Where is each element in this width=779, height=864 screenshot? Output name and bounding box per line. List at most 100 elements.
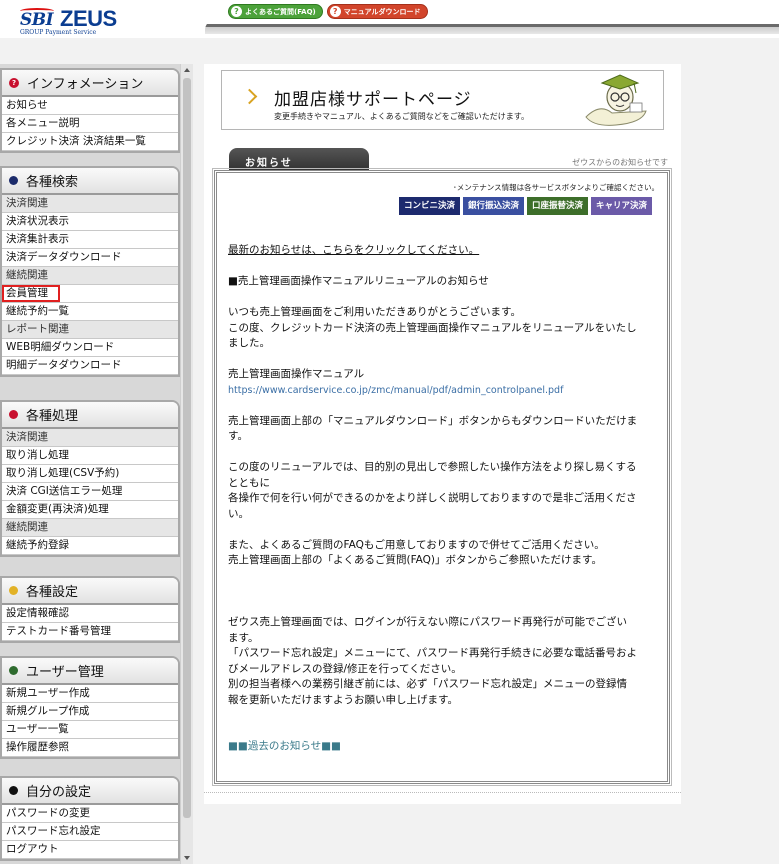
sidebar-item[interactable]: 決済集計表示 [2,231,178,249]
sidebar-item[interactable]: 明細データダウンロード [2,357,178,375]
sidebar-item[interactable]: 金額変更(再決済)処理 [2,501,178,519]
logo-sbi: SBI [20,10,54,30]
sidebar-panel-information: ? インフォメーション お知らせ 各メニュー説明 クレジット決済 決済結果一覧 [0,68,180,153]
sidebar-item[interactable]: 取り消し処理 [2,447,178,465]
notice-text: 「パスワード忘れ設定」メニューにて、パスワード再発行手続きに必要な電話番号およ [228,647,637,659]
sidebar-panel-title[interactable]: 各種検索 [2,168,178,195]
manual-download-label: マニュアルダウンロード [343,7,421,16]
support-page-banner[interactable]: 加盟店様サポートページ 変更手続きやマニュアル、よくあるご質問などをご確認いただ… [221,70,664,130]
sidebar-item[interactable]: パスワードの変更 [2,805,178,823]
news-body: 最新のお知らせは、こちらをクリックしてください。 ■売上管理画面操作マニュアルリ… [228,243,658,755]
faq-button[interactable]: ? よくあるご質問(FAQ) [228,4,323,19]
red-dot-icon [9,410,18,419]
sidebar-scrollbar[interactable] [180,64,193,864]
sidebar-item[interactable]: 会員管理 [2,285,178,303]
banner-subtitle: 変更手続きやマニュアル、よくあるご質問などをご確認いただけます。 [274,112,529,121]
notice-text: す。 [228,430,248,442]
sidebar-panel-label: 自分の設定 [26,785,92,800]
tab-news[interactable]: お知らせ [229,148,369,170]
maintenance-note: ･メンテナンス情報は各サービスボタンよりご確認ください。 [453,183,659,192]
black-dot-icon [9,786,18,795]
top-buttons: ? よくあるご質問(FAQ) ? マニュアルダウンロード [228,4,428,19]
sidebar-panel-processing: 各種処理 決済関連 取り消し処理 取り消し処理(CSV予約) 決済 CGI送信エラー処理… [0,400,180,557]
sidebar-item[interactable]: 取り消し処理(CSV予約) [2,465,178,483]
sidebar-panel-title[interactable]: 各種処理 [2,402,178,429]
sidebar-item[interactable]: 決済データダウンロード [2,249,178,267]
sidebar-panel-label: 各種処理 [26,409,79,424]
footer-divider [204,792,681,793]
convenience-payment-button[interactable]: コンビニ決済 [398,197,460,215]
notice-text: この度のリニューアルでは、目的別の見出しで参照したい操作方法をより探し易くする [228,461,637,473]
faq-button-label: よくあるご質問(FAQ) [245,7,316,16]
sidebar-item[interactable]: 継続予約登録 [2,537,178,555]
sidebar-item[interactable]: 操作履歴参照 [2,739,178,757]
notice-text: とともに [228,476,270,489]
sidebar-item-highlight[interactable]: 会員管理 [2,285,60,302]
navy-dot-icon [9,176,18,185]
scroll-down-icon[interactable] [184,856,190,860]
scroll-up-icon[interactable] [184,68,190,72]
sidebar-item[interactable]: 新規グループ作成 [2,703,178,721]
sidebar-item[interactable]: テストカード番号管理 [2,623,178,641]
sidebar-panel-title[interactable]: ? インフォメーション [2,70,178,97]
account-transfer-button[interactable]: 口座振替決済 [526,197,588,215]
sidebar-panel-settings: 各種設定設定情報確認 テストカード番号管理 [0,576,180,643]
notice-text: ゼウス売上管理画面では、ログインが行えない際にパスワード再発行が可能でござい [228,616,627,628]
sidebar-item[interactable]: お知らせ [2,97,178,115]
sidebar-item[interactable]: 新規ユーザー作成 [2,685,178,703]
sidebar-panel-search: 各種検索 決済関連 決済状況表示 決済集計表示 決済データダウンロード 継続関連 会員管理継… [0,166,180,377]
latest-news-link[interactable]: 最新のお知らせは、こちらをクリックしてください。 [228,243,658,259]
notice-text: びメールアドレスの登録/修正を行ってください。 [228,662,462,675]
manual-download-button[interactable]: ? マニュアルダウンロード [326,4,428,19]
sidebar-item[interactable]: 決済状況表示 [2,213,178,231]
bank-transfer-button[interactable]: 銀行振込決済 [462,197,524,215]
sidebar: ? インフォメーション お知らせ 各メニュー説明 クレジット決済 決済結果一覧各種検索決… [0,64,193,864]
sidebar-category: 継続関連 [2,519,178,537]
info-icon: ? [9,77,19,88]
tab-note: ゼウスからのお知らせです [572,158,668,167]
green-dot-icon [9,666,18,675]
sidebar-panel-title[interactable]: 自分の設定 [2,778,178,805]
scroll-thumb[interactable] [183,78,191,818]
notice-text: 売上管理画面上部の「よくあるご質問(FAQ)」ボタンからご参照いただけます。 [228,554,602,566]
service-buttons: コンビニ決済 銀行振込決済 口座振替決済 キャリア決済 [398,197,652,215]
notice-text: い。 [228,507,249,520]
notice-text: 報を更新いただけますようお願い申し上げます。 [228,693,458,706]
past-news-link[interactable]: ■■過去のお知らせ■■ [228,739,658,755]
sidebar-panel-title[interactable]: 各種設定 [2,578,178,605]
yellow-dot-icon [9,586,18,595]
notice-text: 各操作で何を行い何ができるのかをより詳しく説明しておりますので是非ご活用くださ [228,492,637,504]
manual-label: 売上管理画面操作マニュアル [228,368,365,380]
notice-text: この度、クレジットカード決済の売上管理画面操作マニュアルをリニューアルをいたし [228,321,637,334]
sidebar-panel-user-management: ユーザー管理新規ユーザー作成 新規グループ作成 ユーザー一覧 操作履歴参照 [0,656,180,759]
sidebar-item[interactable]: ユーザー一覧 [2,721,178,739]
header: SBI ZEUS GROUP Payment Service ? よくあるご質問… [0,0,779,38]
notice-text: ます。 [228,631,259,644]
sidebar-item[interactable]: パスワード忘れ設定 [2,823,178,841]
header-rule [205,20,779,34]
sidebar-item[interactable]: 継続予約一覧 [2,303,178,321]
notice-text: いつも売上管理画面をご利用いただきありがとうございます。 [228,306,521,318]
chevron-right-icon [241,88,258,105]
sidebar-item[interactable]: WEB明細ダウンロード [2,339,178,357]
notice-text: 売上管理画面上部の「マニュアルダウンロード」ボタンからもダウンロードいただけま [228,414,638,427]
sidebar-item[interactable]: ログアウト [2,841,178,859]
news-box: ･メンテナンス情報は各サービスボタンよりご確認ください。 コンビニ決済 銀行振込… [212,168,672,786]
sidebar-panel-label: ユーザー管理 [26,665,104,680]
carrier-payment-button[interactable]: キャリア決済 [590,197,652,215]
sidebar-item[interactable]: クレジット決済 決済結果一覧 [2,133,178,151]
sidebar-item[interactable]: 各メニュー説明 [2,115,178,133]
professor-mascot-icon [585,74,647,126]
sidebar-category: 決済関連 [2,195,178,213]
sidebar-item[interactable]: 設定情報確認 [2,605,178,623]
notice-text: また、よくあるご質問のFAQもご用意しておりますので併せてご活用ください。 [228,538,605,551]
logo-subtitle: GROUP Payment Service [20,29,97,36]
sidebar-panel-title[interactable]: ユーザー管理 [2,658,178,685]
sidebar-item[interactable]: 決済 CGI送信エラー処理 [2,483,178,501]
question-icon: ? [231,6,242,17]
sidebar-panel-label: 各種検索 [26,175,79,190]
manual-url-link[interactable]: https://www.cardservice.co.jp/zmc/manual… [228,383,658,399]
sidebar-panel-label: 各種設定 [26,585,79,600]
sidebar-menu: ? インフォメーション お知らせ 各メニュー説明 クレジット決済 決済結果一覧各種検索決… [0,64,180,864]
sidebar-category: レポート関連 [2,321,178,339]
